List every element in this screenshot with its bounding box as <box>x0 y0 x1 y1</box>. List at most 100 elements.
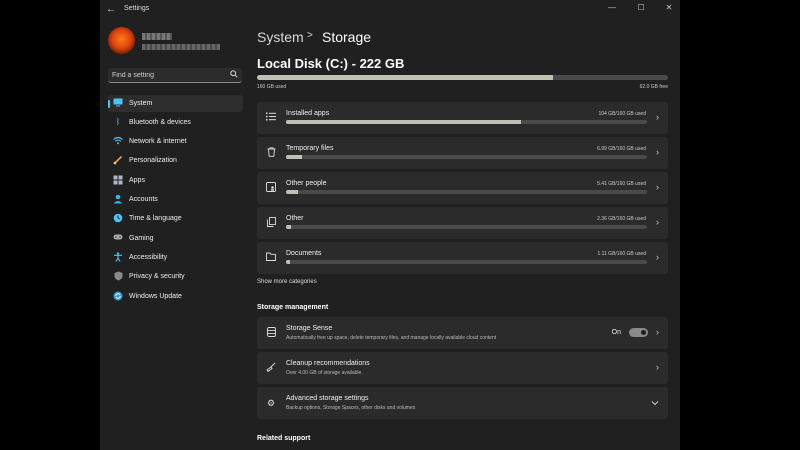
sidebar-item-label: Windows Update <box>129 293 182 300</box>
category-temporary-files[interactable]: Temporary files 6.99 GB/160 GB used › <box>257 137 668 169</box>
document-icon <box>265 217 277 229</box>
people-icon <box>265 182 277 194</box>
gear-icon: ⚙ <box>266 398 276 408</box>
category-usage-bar <box>286 155 647 159</box>
storage-management-heading: Storage management <box>257 304 329 311</box>
broom-icon <box>265 362 277 374</box>
category-size: 1.11 GB/160 GB used <box>597 251 646 257</box>
cleanup-recommendations-description: Over 4.00 GB of storage available. <box>286 370 363 376</box>
chevron-right-icon: › <box>656 182 659 192</box>
back-arrow-icon[interactable]: ← <box>106 4 116 15</box>
apps-icon <box>113 175 123 185</box>
show-more-categories-link[interactable]: Show more categories <box>257 279 317 285</box>
brush-icon <box>113 155 123 165</box>
category-usage-fill <box>286 120 521 124</box>
sidebar-item-network[interactable]: Network & internet <box>108 133 243 150</box>
globe-clock-icon <box>113 213 123 223</box>
category-usage-bar <box>286 120 647 124</box>
bluetooth-icon: ᛒ <box>115 117 121 126</box>
page-title: Storage <box>322 29 372 45</box>
chevron-right-icon[interactable]: › <box>656 327 659 337</box>
category-label: Installed apps <box>286 110 330 117</box>
advanced-storage-settings-title: Advanced storage settings <box>286 395 369 402</box>
close-icon[interactable]: ✕ <box>663 3 675 12</box>
category-label: Other <box>286 215 304 222</box>
category-usage-fill <box>286 225 292 229</box>
category-size: 104 GB/160 GB used <box>598 111 646 117</box>
database-icon <box>265 327 277 339</box>
category-usage-fill <box>286 155 302 159</box>
trash-icon <box>265 147 277 159</box>
storage-sense-title: Storage Sense <box>286 325 333 332</box>
disk-usage-fill <box>257 75 553 80</box>
sidebar-item-accessibility[interactable]: Accessibility <box>108 249 243 266</box>
sidebar-item-label: Gaming <box>129 235 154 242</box>
sidebar-item-apps[interactable]: Apps <box>108 172 243 189</box>
sidebar-item-label: Apps <box>129 177 145 184</box>
category-documents[interactable]: Documents 1.11 GB/160 GB used › <box>257 242 668 274</box>
chevron-right-icon: › <box>656 147 659 157</box>
accessibility-icon <box>113 252 123 262</box>
search-input[interactable] <box>112 70 222 80</box>
breadcrumb-parent[interactable]: System <box>257 29 304 45</box>
chevron-right-icon: › <box>656 217 659 227</box>
category-label: Documents <box>286 250 322 257</box>
category-usage-bar <box>286 190 647 194</box>
category-other-people[interactable]: Other people 5.41 GB/160 GB used › <box>257 172 668 204</box>
sidebar-item-label: Personalization <box>129 157 177 164</box>
chevron-down-icon[interactable] <box>651 398 659 408</box>
sidebar-item-label: Network & internet <box>129 138 187 145</box>
folder-icon <box>265 252 277 264</box>
category-size: 6.99 GB/160 GB used <box>597 146 646 152</box>
sidebar-item-gaming[interactable]: Gaming <box>108 230 243 247</box>
storage-sense-row[interactable]: Storage Sense Automatically free up spac… <box>257 317 668 349</box>
sidebar-item-personalization[interactable]: Personalization <box>108 152 243 169</box>
monitor-icon <box>113 98 123 108</box>
sidebar-item-label: System <box>129 100 153 107</box>
user-name-redacted <box>142 33 172 40</box>
category-size: 2.36 GB/160 GB used <box>597 216 646 222</box>
app-title: Settings <box>124 5 150 12</box>
category-usage-bar <box>286 260 647 264</box>
avatar[interactable] <box>108 27 135 54</box>
search-icon[interactable] <box>230 70 238 80</box>
list-icon <box>265 112 277 124</box>
person-icon <box>113 194 123 204</box>
sidebar-item-label: Privacy & security <box>129 273 185 280</box>
sidebar-item-windows-update[interactable]: Windows Update <box>108 288 243 305</box>
controller-icon <box>113 233 123 243</box>
category-other[interactable]: Other 2.36 GB/160 GB used › <box>257 207 668 239</box>
maximize-icon[interactable]: ☐ <box>635 3 647 12</box>
minimize-icon[interactable]: — <box>606 3 618 12</box>
user-email-redacted <box>142 44 220 50</box>
sidebar-item-label: Accounts <box>129 196 158 203</box>
category-label: Other people <box>286 180 327 187</box>
cleanup-recommendations-row[interactable]: Cleanup recommendations Over 4.00 GB of … <box>257 352 668 384</box>
disk-usage-bar <box>257 75 668 80</box>
disk-free-label: 62.0 GB free <box>639 84 668 90</box>
sidebar-item-system[interactable]: System <box>108 95 243 112</box>
sidebar-item-label: Time & language <box>129 215 182 222</box>
wifi-icon <box>113 136 123 146</box>
storage-sense-toggle[interactable] <box>629 328 648 337</box>
chevron-right-icon: › <box>656 252 659 262</box>
sidebar-item-time-language[interactable]: Time & language <box>108 210 243 227</box>
title-bar: ← Settings — ☐ ✕ <box>100 0 680 18</box>
breadcrumb-separator-icon: > <box>307 30 313 41</box>
disk-used-label: 160 GB used <box>257 84 287 90</box>
category-usage-bar <box>286 225 647 229</box>
sidebar-item-label: Bluetooth & devices <box>129 119 191 126</box>
sidebar-item-bluetooth[interactable]: ᛒ Bluetooth & devices <box>108 114 243 131</box>
category-installed-apps[interactable]: Installed apps 104 GB/160 GB used › <box>257 102 668 134</box>
related-support-heading: Related support <box>257 435 311 442</box>
search-box[interactable] <box>108 68 242 83</box>
category-usage-fill <box>286 190 299 194</box>
disk-title: Local Disk (C:) - 222 GB <box>257 56 405 71</box>
sidebar-item-privacy-security[interactable]: Privacy & security <box>108 268 243 285</box>
advanced-storage-settings-row[interactable]: ⚙ Advanced storage settings Backup optio… <box>257 387 668 419</box>
storage-sense-description: Automatically free up space, delete temp… <box>286 335 497 341</box>
category-label: Temporary files <box>286 145 334 152</box>
sidebar-item-accounts[interactable]: Accounts <box>108 191 243 208</box>
shield-icon <box>113 271 123 281</box>
sidebar-item-label: Accessibility <box>129 254 168 261</box>
